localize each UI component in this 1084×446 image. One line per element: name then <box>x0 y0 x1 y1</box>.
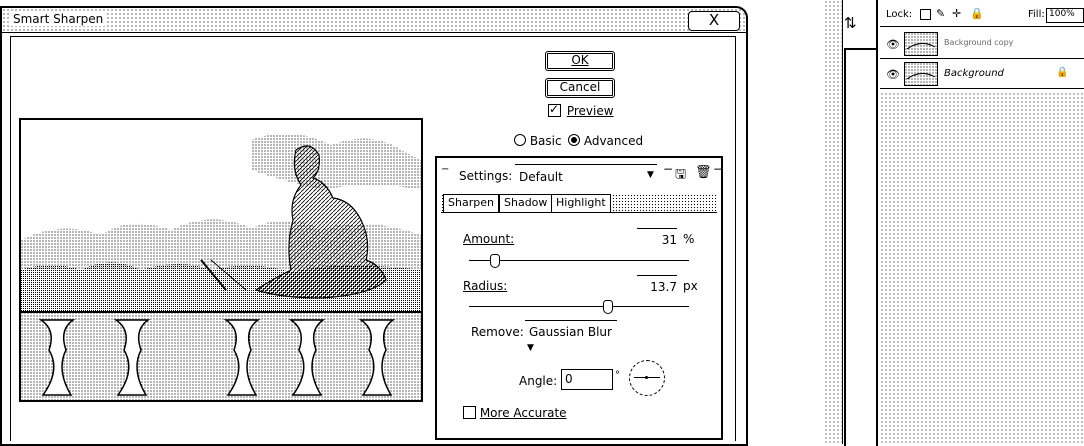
amount-slider[interactable] <box>469 260 689 261</box>
radius-input[interactable]: 13.7 <box>637 275 677 298</box>
radius-label: Radius: <box>463 279 508 293</box>
lock-icon: 🔒 <box>1056 67 1069 78</box>
amount-slider-thumb[interactable] <box>490 254 501 268</box>
checkbox-box[interactable] <box>548 102 561 117</box>
more-accurate-checkbox[interactable]: More Accurate <box>463 406 567 420</box>
amount-input[interactable]: 31 <box>637 228 677 251</box>
brush-icon[interactable]: ✎ <box>936 7 945 20</box>
angle-unit: ° <box>615 370 620 381</box>
panel-collapse-mark-right: − <box>713 162 724 176</box>
preview-artwork <box>21 120 421 400</box>
amount-unit: % <box>683 232 695 246</box>
preview-image[interactable] <box>19 118 423 402</box>
remove-label: Remove: <box>471 325 524 339</box>
tab-sharpen[interactable]: Sharpen <box>443 194 499 212</box>
layers-empty-area <box>880 92 1084 444</box>
layers-panel: ⇅ Lock: ✎ ✛ 🔒 Fill: 100% 👁 Background co… <box>824 0 1084 446</box>
checkbox-box[interactable] <box>463 406 476 419</box>
dialog-title: Smart Sharpen <box>10 12 107 26</box>
tab-highlight[interactable]: Highlight <box>551 194 611 212</box>
trash-icon[interactable]: 🗑 <box>695 165 712 180</box>
chevron-down-icon: ▼ <box>527 343 534 353</box>
pen-tool-icon: ⇅ <box>844 14 857 32</box>
advanced-radio[interactable]: Advanced <box>568 134 643 148</box>
cancel-button[interactable]: Cancel <box>545 78 615 98</box>
layer-row[interactable]: 👁 Background 🔒 <box>880 60 1084 89</box>
amount-label: Amount: <box>463 232 515 246</box>
angle-input[interactable]: 0 <box>561 369 613 390</box>
radio-advanced-indicator[interactable] <box>568 134 580 146</box>
radius-slider-thumb[interactable] <box>602 300 613 314</box>
settings-dropdown[interactable]: Default ▼ <box>515 164 657 187</box>
layer-row[interactable]: 👁 Background copy <box>880 30 1084 59</box>
settings-panel: − Settings: Default ▼ − 🖫 🗑 − Sharpen Sh… <box>435 156 723 440</box>
title-bar[interactable]: Smart Sharpen X <box>2 8 746 33</box>
save-icon[interactable]: 🖫 <box>675 165 686 187</box>
layer-thumbnail <box>904 62 938 86</box>
preview-checkbox[interactable]: Preview <box>548 102 614 118</box>
move-icon[interactable]: ✛ <box>952 7 961 20</box>
tool-icon[interactable]: ⇅ <box>844 14 872 44</box>
remove-dropdown[interactable]: Gaussian Blur ▼ <box>525 320 617 353</box>
lock-icon[interactable]: 🔒 <box>970 7 984 20</box>
panel-gutter <box>824 0 842 444</box>
fill-input[interactable]: 100% <box>1046 8 1084 23</box>
angle-dial-center <box>645 376 648 379</box>
close-button[interactable]: X <box>688 11 740 31</box>
close-icon: X <box>708 11 720 29</box>
ok-button[interactable]: OK <box>545 51 615 71</box>
settings-label: Settings: <box>459 169 513 183</box>
radius-unit: px <box>683 279 698 293</box>
eye-icon[interactable]: 👁 <box>886 68 900 81</box>
eye-icon[interactable]: 👁 <box>886 38 900 51</box>
tab-shadow[interactable]: Shadow <box>499 194 553 212</box>
divider: − <box>663 162 674 176</box>
lock-row: Lock: ✎ ✛ 🔒 Fill: 100% <box>880 6 1084 27</box>
chevron-down-icon: ▼ <box>647 170 654 180</box>
lock-transparent-icon[interactable] <box>920 9 931 20</box>
radio-basic-indicator[interactable] <box>514 134 526 146</box>
layer-thumbnail <box>904 32 938 56</box>
angle-label: Angle: <box>519 374 558 388</box>
angle-dial[interactable] <box>629 360 665 396</box>
tool-strip <box>844 48 878 446</box>
panel-collapse-mark: − <box>441 164 450 175</box>
radius-slider[interactable] <box>469 306 689 307</box>
basic-radio[interactable]: Basic <box>514 134 562 148</box>
tab-strip: Sharpen Shadow Highlight <box>441 194 717 213</box>
